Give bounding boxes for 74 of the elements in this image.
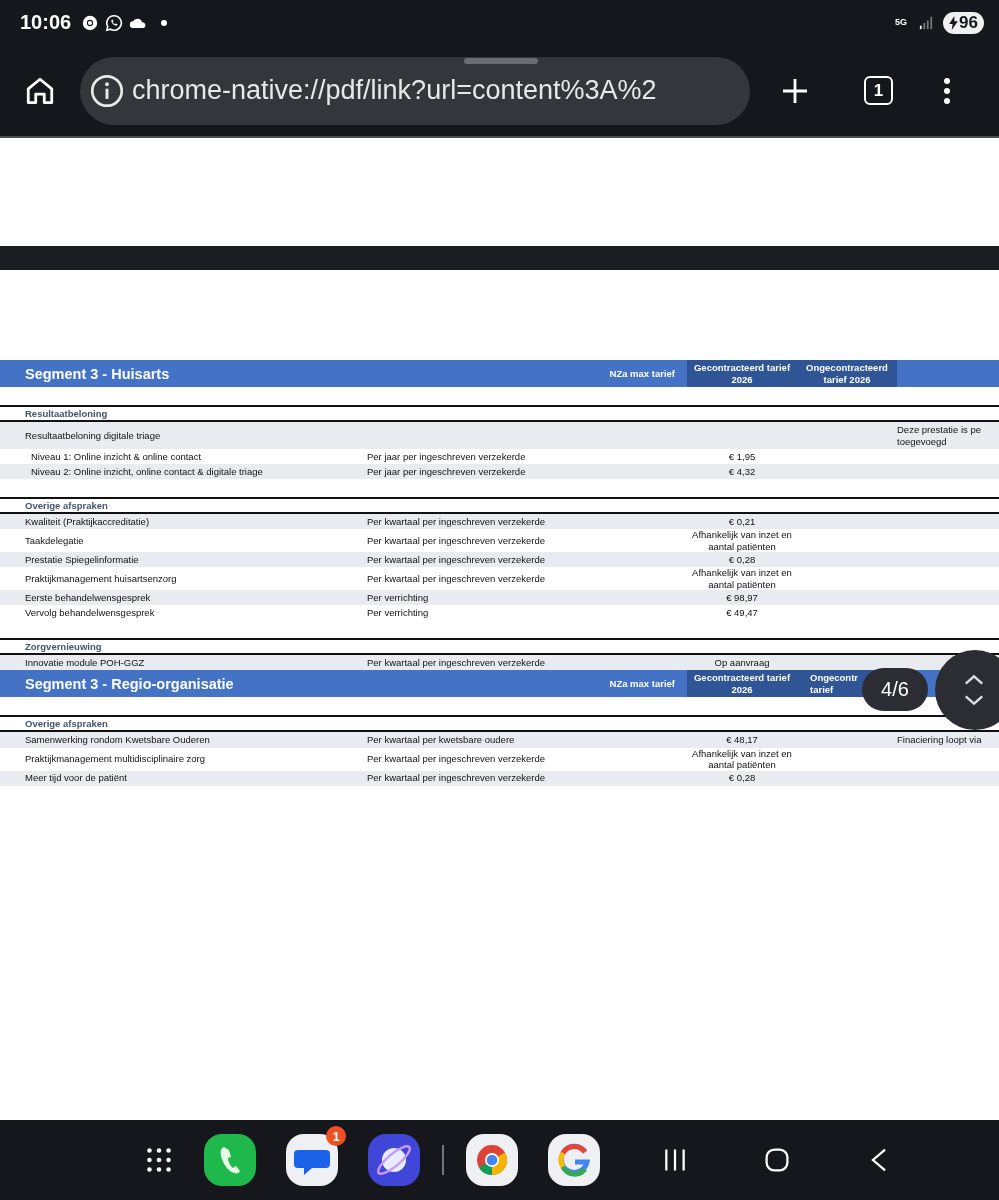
scroll-handle[interactable]	[935, 650, 999, 730]
round-logo-app-icon[interactable]	[466, 1134, 518, 1186]
row-label: Taakdelegatie	[25, 534, 85, 547]
row-label: Samenwerking rondom Kwetsbare Ouderen	[25, 734, 211, 746]
unit-cell-text: Per kwartaal per ingeschreven verzekerde	[367, 553, 546, 566]
home-button-icon[interactable]	[764, 1147, 790, 1173]
price-cell-text: Afhankelijk van inzet en aantal patiënten	[691, 567, 793, 590]
planet-app-icon[interactable]	[368, 1134, 420, 1186]
price-cell-text: € 0,28	[727, 553, 757, 566]
row-label: Niveau 2: Online inzicht, online contact & digitale triage	[30, 465, 264, 478]
info-icon	[90, 73, 124, 108]
row-label: Meer tijd voor de patiënt	[25, 772, 128, 784]
signal-icon	[919, 15, 934, 30]
menu-icon[interactable]	[943, 75, 951, 106]
price-cell-text: € 1,95	[727, 450, 757, 463]
price-cell-text: € 0,21	[727, 515, 757, 528]
tab-count-button[interactable]: 1	[864, 76, 893, 105]
unit-cell-text: Per jaar per ingeschreven verzekerde	[367, 450, 527, 463]
price-cell-text: € 48,17	[725, 734, 759, 746]
row-label: Vervolg behandelwensgesprek	[25, 606, 156, 619]
battery-percent: 96	[959, 12, 978, 33]
status-time: 10:06	[20, 11, 72, 34]
unit-cell-text: Per verrichting	[367, 591, 430, 604]
column-header: Gecontracteerd tarief 2026	[687, 360, 797, 387]
price-cell-text: € 49,47	[725, 606, 759, 619]
apps-grid-icon[interactable]	[146, 1147, 172, 1173]
row-label: Prestatie Spiegelinformatie	[25, 553, 140, 566]
bolt-icon	[949, 15, 959, 30]
group-title: Overige afspraken	[25, 718, 108, 729]
row-label: Kwaliteit (Praktijkaccreditatie)	[25, 515, 151, 528]
messages-app-icon[interactable]	[286, 1134, 338, 1186]
unit-cell-text: Per kwartaal per ingeschreven verzekerde	[367, 534, 546, 547]
price-cell-text: Afhankelijk van inzet en aantal patiënten	[691, 747, 793, 771]
section-title: Segment 3 - Huisarts	[25, 365, 171, 382]
chat-icon	[105, 13, 124, 32]
note-cell-text: Finaciering loopt via	[897, 733, 983, 747]
recent-apps-icon[interactable]	[662, 1147, 688, 1173]
row-label: Niveau 1: Online inzicht & online contact	[30, 450, 203, 463]
multicolor-arc-app-icon[interactable]	[548, 1134, 600, 1186]
group-title: Overige afspraken	[25, 500, 108, 511]
dot-icon	[161, 19, 168, 26]
phone-app-icon[interactable]	[204, 1134, 256, 1186]
column-header: NZa max tarief	[608, 366, 676, 381]
unit-cell-text: Per kwartaal per ingeschreven verzekerde	[367, 753, 546, 765]
row-label: Eerste behandelwensgesprek	[25, 591, 152, 604]
notification-badge: 1	[326, 1126, 346, 1146]
address-bar[interactable]: chrome-native://pdf/link?url=content%3A%2	[80, 56, 750, 125]
unit-cell-text: Per jaar per ingeschreven verzekerde	[367, 465, 527, 478]
price-cell-text: € 0,28	[727, 772, 757, 784]
unit-cell-text: Per kwartaal per kwetsbare oudere	[367, 734, 516, 746]
network-label: 5G	[895, 18, 909, 27]
drag-handle[interactable]	[464, 58, 538, 64]
unit-cell-text: Per kwartaal per ingeschreven verzekerde	[367, 572, 546, 585]
price-cell-text: Afhankelijk van inzet en aantal patiënten	[691, 529, 793, 552]
row-label: Innovatie module POH-GGZ	[25, 656, 146, 669]
column-header: NZa max tarief	[608, 676, 676, 691]
unit-cell-text: Per kwartaal per ingeschreven verzekerde	[367, 772, 546, 784]
note-cell-text: Deze prestatie is pe toegevoegd	[897, 423, 982, 449]
row-label: Praktijkmanagement multidisciplinaire zorg	[25, 753, 207, 765]
url-text: chrome-native://pdf/link?url=content%3A%2	[132, 75, 657, 106]
unit-cell-text: Per kwartaal per ingeschreven verzekerde	[367, 515, 546, 528]
price-cell-text: € 4,32	[727, 465, 757, 478]
group-title: Resultaatbeloning	[25, 408, 108, 419]
row-label: Resultaatbeloning digitale triage	[25, 429, 162, 442]
unit-cell-text: Per kwartaal per ingeschreven verzekerde	[367, 656, 546, 669]
row-label: Praktijkmanagement huisartsenzorg	[25, 572, 178, 585]
unit-cell-text: Per verrichting	[367, 606, 430, 619]
price-cell-text: € 98,97	[725, 591, 759, 604]
section-title: Segment 3 - Regio-organisatie	[25, 675, 235, 692]
group-title: Zorgvernieuwing	[25, 641, 102, 652]
column-header: Ongecontracteerd tarief 2026	[797, 360, 897, 387]
price-cell-text: Op aanvraag	[713, 656, 771, 669]
page-indicator: 4/6	[862, 668, 928, 711]
column-header: Gecontracteerd tarief 2026	[687, 670, 797, 697]
